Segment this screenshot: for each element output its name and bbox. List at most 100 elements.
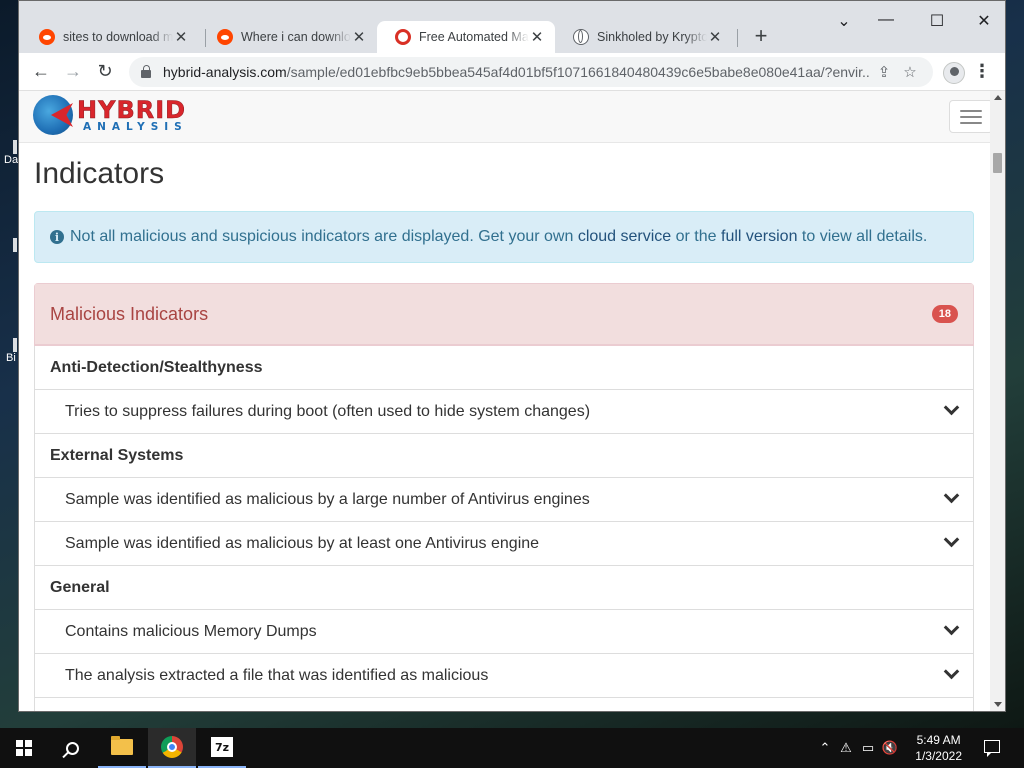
indicator-list: Anti-Detection/Stealthyness Tries to sup… bbox=[34, 346, 974, 711]
tab-strip: sites to download ma ✕ Where i can downl… bbox=[19, 1, 1005, 53]
menu-kebab-icon[interactable]: ⋮ bbox=[973, 61, 991, 82]
url-text[interactable]: hybrid-analysis.com/sample/ed01ebfbc9eb5… bbox=[163, 64, 871, 80]
hamburger-menu-button[interactable] bbox=[949, 100, 993, 133]
scroll-thumb[interactable] bbox=[993, 153, 1002, 173]
network-icon[interactable]: ▭ bbox=[857, 740, 879, 756]
chevron-down-icon[interactable] bbox=[944, 622, 958, 636]
tab-title: Free Automated Malw bbox=[419, 30, 529, 44]
browser-toolbar: ← → ↻ hybrid-analysis.com/sample/ed01ebf… bbox=[19, 53, 1005, 91]
scroll-up-arrow-icon[interactable] bbox=[994, 95, 1002, 100]
malicious-indicators-panel: Malicious Indicators 18 bbox=[34, 283, 974, 346]
close-icon[interactable]: ✕ bbox=[529, 28, 545, 46]
list-item[interactable]: The analysis extracted a file that was i… bbox=[35, 654, 973, 698]
list-item[interactable]: Sample was identified as malicious by at… bbox=[35, 522, 973, 566]
desktop-icon-fragment[interactable]: Da bbox=[0, 140, 18, 166]
indicator-text: The analysis extracted a file that was i… bbox=[65, 666, 489, 684]
tab-title: Sinkholed by Kryptos bbox=[597, 30, 707, 44]
tab-sinkholed[interactable]: Sinkholed by Kryptos ✕ bbox=[555, 21, 733, 53]
share-icon[interactable]: ⇪ bbox=[871, 63, 897, 81]
search-button[interactable] bbox=[48, 728, 96, 768]
reddit-icon bbox=[39, 29, 55, 45]
tab-title: sites to download ma bbox=[63, 30, 173, 44]
notification-center-icon[interactable] bbox=[984, 740, 1000, 757]
list-item[interactable]: Tries to suppress failures during boot (… bbox=[35, 390, 973, 434]
chevron-down-icon[interactable] bbox=[944, 402, 958, 416]
panel-title: Malicious Indicators bbox=[50, 303, 209, 324]
clock-date: 1/3/2022 bbox=[915, 749, 962, 763]
close-icon[interactable]: ✕ bbox=[707, 28, 723, 46]
bookmark-star-icon[interactable]: ☆ bbox=[897, 63, 923, 81]
maximize-button[interactable]: ☐ bbox=[922, 11, 952, 31]
lock-icon[interactable] bbox=[141, 65, 151, 78]
reddit-icon bbox=[217, 29, 233, 45]
list-item[interactable]: Contains malicious Memory Dumps bbox=[35, 610, 973, 654]
alert-text: Not all malicious and suspicious indicat… bbox=[70, 228, 928, 245]
start-button[interactable] bbox=[0, 728, 48, 768]
back-arrow-icon[interactable]: ← bbox=[25, 61, 57, 82]
address-bar[interactable]: hybrid-analysis.com/sample/ed01ebfbc9eb5… bbox=[129, 57, 933, 87]
taskbar-chrome[interactable] bbox=[148, 728, 196, 768]
taskbar-clock[interactable]: 5:49 AM 1/3/2022 bbox=[915, 732, 962, 764]
list-item[interactable]: Sample was identified as malicious by a … bbox=[35, 478, 973, 522]
chevron-down-icon[interactable] bbox=[944, 666, 958, 680]
clock-time: 5:49 AM bbox=[916, 733, 961, 747]
taskbar-7zip[interactable]: 7z bbox=[198, 728, 246, 768]
search-icon bbox=[65, 741, 79, 755]
taskbar-file-explorer[interactable] bbox=[98, 728, 146, 768]
file-explorer-icon bbox=[111, 736, 133, 755]
show-hidden-icons-chevron-icon[interactable]: ⌃ bbox=[815, 740, 835, 756]
indicator-text: Sample was identified as malicious by at… bbox=[65, 534, 540, 552]
close-icon[interactable]: ✕ bbox=[173, 28, 189, 46]
indicator-text: Sample was identified as malicious by a … bbox=[65, 490, 590, 508]
forward-arrow-icon[interactable]: → bbox=[57, 61, 89, 82]
7zip-icon: 7z bbox=[211, 737, 233, 757]
reload-icon[interactable]: ↻ bbox=[89, 61, 121, 82]
new-tab-button[interactable]: + bbox=[747, 23, 775, 49]
desktop-icon-fragment[interactable] bbox=[0, 238, 18, 252]
logo-text-analysis: ANALYSIS bbox=[83, 120, 188, 133]
full-version-link[interactable]: full version bbox=[721, 228, 797, 245]
category-heading: External Systems bbox=[35, 434, 973, 478]
tab-reddit-where[interactable]: Where i can downloa ✕ bbox=[199, 21, 377, 53]
category-heading: General bbox=[35, 566, 973, 610]
page-scrollbar[interactable] bbox=[990, 91, 1005, 711]
tab-search-chevron-icon[interactable]: ⌄ bbox=[829, 11, 859, 31]
windows-taskbar: 7z ⌃ ⚠ ▭ 🔇 5:49 AM 1/3/2022 bbox=[0, 728, 1024, 768]
indicator-text: Tries to suppress failures during boot (… bbox=[65, 402, 591, 420]
hybrid-analysis-favicon bbox=[395, 29, 411, 45]
chrome-icon bbox=[161, 736, 183, 758]
list-item-partial[interactable] bbox=[35, 698, 973, 711]
logo-text-hybrid: HYBRID bbox=[77, 95, 187, 124]
volume-muted-icon[interactable]: 🔇 bbox=[879, 740, 901, 756]
info-alert: i Not all malicious and suspicious indic… bbox=[34, 211, 974, 263]
globe-icon bbox=[573, 29, 589, 45]
system-tray: ⌃ ⚠ ▭ 🔇 bbox=[815, 728, 901, 768]
info-icon: i bbox=[50, 230, 64, 244]
chevron-down-icon[interactable] bbox=[944, 710, 958, 712]
main-content: Indicators i Not all malicious and suspi… bbox=[34, 143, 974, 711]
browser-window: sites to download ma ✕ Where i can downl… bbox=[18, 0, 1006, 712]
count-badge: 18 bbox=[931, 305, 958, 323]
site-navbar: HYBRID ANALYSIS bbox=[19, 91, 1005, 143]
page-title: Indicators bbox=[34, 157, 165, 190]
tab-reddit-sites[interactable]: sites to download ma ✕ bbox=[21, 21, 199, 53]
close-window-button[interactable]: ✕ bbox=[969, 11, 999, 31]
profile-avatar[interactable] bbox=[943, 62, 965, 84]
page-viewport: HYBRID ANALYSIS Indicators i Not all mal… bbox=[19, 91, 1005, 711]
minimize-button[interactable]: — bbox=[871, 11, 901, 29]
category-heading: Anti-Detection/Stealthyness bbox=[35, 346, 973, 390]
desktop-icon-fragment[interactable]: Bi bbox=[0, 338, 18, 364]
indicator-text: Contains malicious Memory Dumps bbox=[65, 622, 317, 640]
logo-mark-icon bbox=[33, 95, 73, 135]
tab-title: Where i can downloa bbox=[241, 30, 351, 44]
cloud-service-link[interactable]: cloud service bbox=[578, 228, 671, 245]
panel-heading[interactable]: Malicious Indicators 18 bbox=[35, 284, 973, 345]
close-icon[interactable]: ✕ bbox=[351, 28, 367, 46]
chevron-down-icon[interactable] bbox=[944, 490, 958, 504]
scroll-down-arrow-icon[interactable] bbox=[994, 702, 1002, 707]
chevron-down-icon[interactable] bbox=[944, 534, 958, 548]
tab-hybrid-analysis[interactable]: Free Automated Malw ✕ bbox=[377, 21, 555, 53]
security-warning-icon[interactable]: ⚠ bbox=[835, 740, 857, 756]
windows-logo-icon bbox=[16, 740, 32, 756]
hybrid-analysis-logo[interactable]: HYBRID ANALYSIS bbox=[33, 95, 188, 135]
